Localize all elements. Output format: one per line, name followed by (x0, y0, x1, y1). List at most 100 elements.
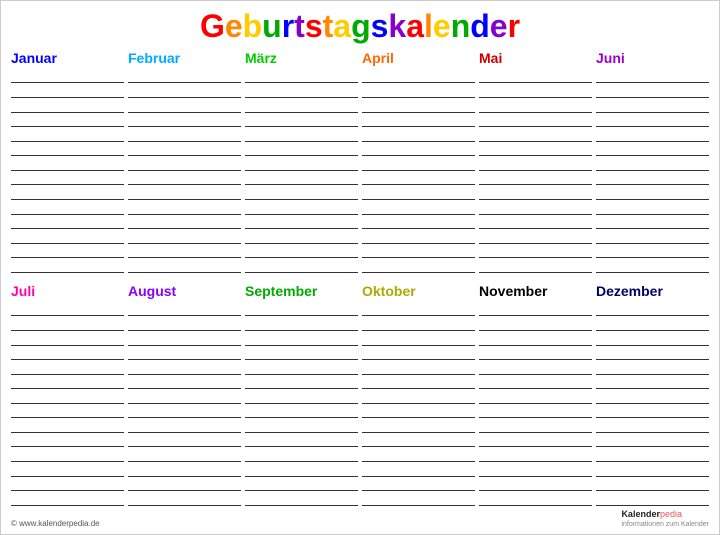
calendar-line (245, 346, 358, 360)
calendar-line (362, 244, 475, 258)
calendar-line (596, 230, 709, 244)
calendar-line (128, 404, 241, 418)
month-col-august: August (128, 283, 241, 506)
month-header-februar: Februar (128, 50, 241, 68)
calendar-line (479, 142, 592, 156)
calendar-line (245, 99, 358, 113)
calendar-line (362, 404, 475, 418)
calendar-line (479, 186, 592, 200)
calendar-line (245, 215, 358, 229)
calendar-line (11, 244, 124, 258)
calendar-line (245, 492, 358, 506)
month-col-märz: März (245, 50, 358, 273)
calendar-line (479, 390, 592, 404)
calendar-line (479, 477, 592, 491)
calendar-line (128, 492, 241, 506)
calendar-line (596, 346, 709, 360)
calendar-line (128, 84, 241, 98)
month-header-august: August (128, 283, 241, 301)
calendar-line (596, 404, 709, 418)
calendar-line (596, 215, 709, 229)
calendar-line (362, 171, 475, 185)
calendar-line (362, 361, 475, 375)
calendar-line (245, 186, 358, 200)
lines-container (11, 302, 124, 506)
calendar-line (245, 302, 358, 316)
calendar-line (362, 230, 475, 244)
month-col-oktober: Oktober (362, 283, 475, 506)
calendar-line (245, 142, 358, 156)
calendar-line (128, 433, 241, 447)
calendar-line (11, 302, 124, 316)
calendar-line (245, 361, 358, 375)
calendar-line (362, 259, 475, 273)
calendar-line (479, 361, 592, 375)
lines-container (596, 69, 709, 273)
calendar-line (128, 448, 241, 462)
calendar-line (596, 390, 709, 404)
calendar-line (479, 302, 592, 316)
calendar-line (245, 244, 358, 258)
calendar-line (128, 99, 241, 113)
calendar-line (479, 404, 592, 418)
month-header-oktober: Oktober (362, 283, 475, 301)
calendar-line (362, 463, 475, 477)
calendar-line (128, 375, 241, 389)
calendar-line (596, 448, 709, 462)
calendar-line (11, 332, 124, 346)
calendar-line (11, 157, 124, 171)
month-col-april: April (362, 50, 475, 273)
month-header-november: November (479, 283, 592, 301)
calendar-line (362, 128, 475, 142)
calendar-line (479, 201, 592, 215)
calendar-line (11, 186, 124, 200)
bottom-months-row: JuliAugustSeptemberOktoberNovemberDezemb… (11, 283, 709, 506)
calendar-line (479, 157, 592, 171)
calendar-line (11, 375, 124, 389)
month-header-juli: Juli (11, 283, 124, 301)
lines-container (11, 69, 124, 273)
calendar-line (128, 69, 241, 83)
calendar-line (479, 230, 592, 244)
calendar-line (479, 433, 592, 447)
calendar-line (596, 477, 709, 491)
footer-logo: Kalenderpedia informationen zum Kalender (621, 509, 709, 528)
month-col-januar: Januar (11, 50, 124, 273)
calendar-line (596, 69, 709, 83)
calendar-line (128, 230, 241, 244)
calendar-line (11, 463, 124, 477)
calendar-line (245, 259, 358, 273)
calendar-line (479, 346, 592, 360)
lines-container (479, 302, 592, 506)
copyright-text: © www.kalenderpedia.de (11, 519, 100, 528)
calendar-line (128, 390, 241, 404)
calendar-line (11, 404, 124, 418)
calendar-line (596, 99, 709, 113)
calendar-line (596, 375, 709, 389)
calendar-line (596, 492, 709, 506)
calendar-line (596, 302, 709, 316)
calendar-line (479, 463, 592, 477)
calendar-line (596, 317, 709, 331)
top-months-row: JanuarFebruarMärzAprilMaiJuni (11, 50, 709, 273)
month-col-mai: Mai (479, 50, 592, 273)
calendar-line (11, 433, 124, 447)
calendar-line (479, 171, 592, 185)
calendar-line (245, 113, 358, 127)
logo-kalender: Kalender (621, 509, 660, 519)
calendar-line (362, 448, 475, 462)
calendar-line (479, 448, 592, 462)
calendar-line (128, 201, 241, 215)
calendar-line (128, 259, 241, 273)
calendar-line (479, 332, 592, 346)
calendar-line (128, 419, 241, 433)
calendar-line (128, 142, 241, 156)
calendar-line (245, 463, 358, 477)
calendar-line (596, 332, 709, 346)
calendar-line (11, 390, 124, 404)
calendar-line (479, 99, 592, 113)
calendar-line (362, 201, 475, 215)
calendar-line (11, 215, 124, 229)
calendar-line (245, 157, 358, 171)
page-title: Geburtstagskalender (11, 9, 709, 44)
